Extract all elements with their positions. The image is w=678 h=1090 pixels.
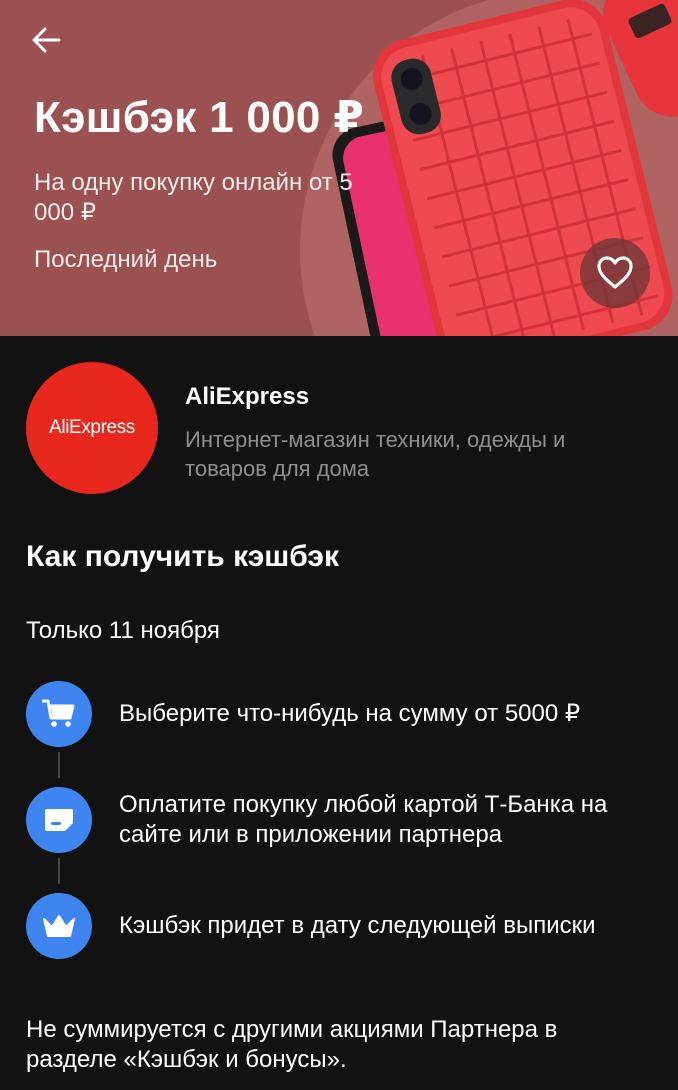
step-icon-circle [26,893,92,959]
step-item: Выберите что-нибудь на сумму от 5000 ₽ [26,681,656,747]
crown-icon [43,915,75,937]
partner-logo: AliExpress [26,362,158,494]
partner-logo-text: AliExpress [49,417,135,438]
back-button[interactable] [22,20,70,60]
cashback-condition: На одну покупку онлайн от 5 000 ₽ [34,169,353,226]
step-text: Выберите что-нибудь на сумму от 5000 ₽ [119,700,581,727]
date-note: Только 11 ноября [26,617,220,644]
step-text: Кэшбэк придет в дату следующей выписки [119,912,596,939]
step-connector [58,858,60,884]
step-item: Кэшбэк придет в дату следующей выписки [26,893,656,959]
how-to-title: Как получить кэшбэк [26,540,339,573]
favorite-button[interactable] [580,238,650,308]
step-connector [58,752,60,778]
step-icon-circle [26,681,92,747]
terms-note: Не суммируется с другими акциями Партнер… [26,1016,558,1073]
partner-name: AliExpress [185,383,310,410]
step-item: Оплатите покупку любой картой Т-Банка на… [26,787,656,853]
step-text: Оплатите покупку любой картой Т-Банка на… [119,791,608,848]
promo-banner: Кэшбэк 1 000 ₽ На одну покупку онлайн от… [0,0,678,336]
step-icon-circle [26,787,92,853]
cart-icon [42,699,75,727]
partner-description: Интернет-магазин техники, одежды и товар… [185,427,566,481]
last-day-note: Последний день [34,246,218,273]
cashback-title: Кэшбэк 1 000 ₽ [34,93,365,142]
card-icon [45,809,73,831]
arrow-left-icon [32,27,61,53]
heart-icon [597,256,633,289]
